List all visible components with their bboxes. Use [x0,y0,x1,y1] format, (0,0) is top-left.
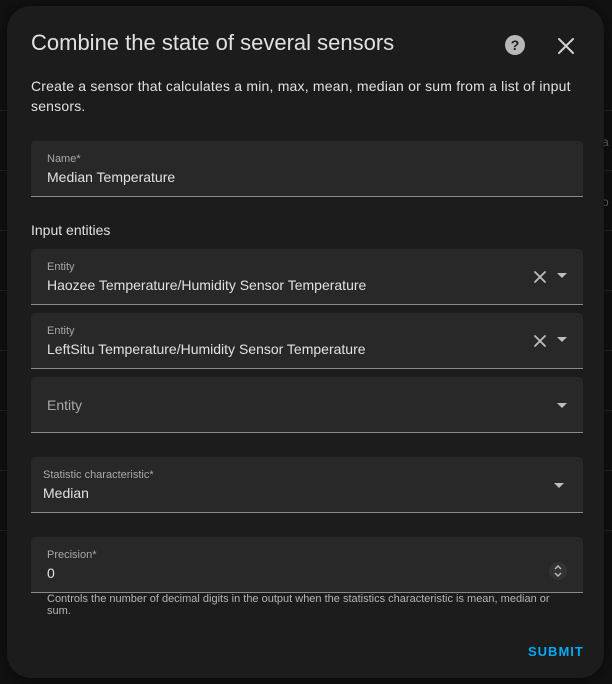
up-down-stepper-icon[interactable] [549,561,567,581]
help-circle-icon[interactable]: ? [504,34,526,56]
dialog-title: Combine the state of several sensors [31,30,395,55]
chevron-down-icon[interactable] [557,403,567,409]
submit-button[interactable]: SUBMIT [528,644,584,659]
svg-text:?: ? [511,37,520,53]
name-field-value: Median Temperature [47,169,176,185]
entity-picker[interactable]: Entity Haozee Temperature/Humidity Senso… [31,249,583,305]
statistic-characteristic-label: Statistic characteristic* [43,469,154,481]
clear-x-icon[interactable] [533,334,547,348]
clear-x-icon[interactable] [533,270,547,284]
entity-picker-value: LeftSitu Temperature/Humidity Sensor Tem… [47,341,366,357]
statistic-characteristic-value: Median [43,485,89,501]
entity-picker-label: Entity [47,325,75,337]
precision-field-value: 0 [47,565,55,581]
precision-field-label: Precision* [47,549,97,561]
entity-picker[interactable]: Entity LeftSitu Temperature/Humidity Sen… [31,313,583,369]
combine-sensors-dialog: Combine the state of several sensors ? C… [7,6,604,678]
chevron-down-icon[interactable] [557,337,567,343]
name-field-label: Name* [47,153,81,165]
chevron-down-icon[interactable] [557,273,567,279]
dialog-description: Create a sensor that calculates a min, m… [31,78,571,114]
entity-picker-empty[interactable]: Entity [31,377,583,433]
statistic-characteristic-select[interactable]: Statistic characteristic* Median [31,457,583,513]
entity-picker-label: Entity [47,261,75,273]
input-entities-heading: Input entities [31,222,111,238]
entity-picker-value: Haozee Temperature/Humidity Sensor Tempe… [47,277,367,293]
precision-helper-text: Controls the number of decimal digits in… [47,593,550,617]
chevron-down-icon[interactable] [554,483,564,489]
name-field[interactable]: Name* Median Temperature [31,141,583,197]
precision-field[interactable]: Precision* 0 [31,537,583,593]
entity-picker-placeholder: Entity [47,397,83,413]
close-icon[interactable] [556,36,576,56]
